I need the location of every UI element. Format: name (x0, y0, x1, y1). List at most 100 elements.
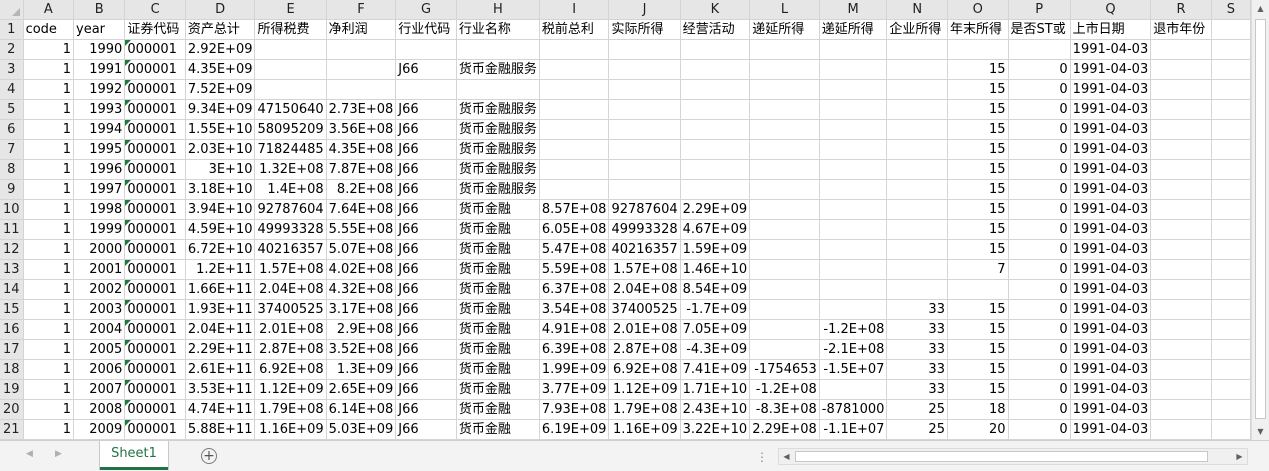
cell-s15[interactable] (1211, 299, 1251, 320)
cell-r21[interactable] (1150, 419, 1212, 440)
cell-l16[interactable] (749, 319, 820, 340)
cell-l2[interactable] (749, 39, 820, 60)
cell-f8[interactable]: 7.87E+08 (326, 159, 397, 180)
cell-f13[interactable]: 4.02E+08 (326, 259, 397, 280)
column-header-l[interactable]: L (749, 0, 820, 20)
cell-k2[interactable] (680, 39, 751, 60)
next-sheet-icon[interactable]: ▶ (55, 449, 62, 459)
cell-h6[interactable]: 货币金融服务 (456, 119, 540, 140)
row-header-18[interactable]: 18 (0, 359, 24, 380)
cell-c12[interactable]: 000001 (124, 239, 186, 260)
cell-l19[interactable]: -1.2E+08 (749, 379, 820, 400)
cell-q18[interactable]: 1991-04-03 (1070, 359, 1152, 380)
cell-a7[interactable]: 1 (23, 139, 75, 160)
cell-k1[interactable]: 经营活动 (680, 19, 751, 40)
cell-b12[interactable]: 2000 (73, 239, 126, 260)
cell-a14[interactable]: 1 (23, 279, 75, 300)
cell-d8[interactable]: 3E+10 (185, 159, 256, 180)
cell-i11[interactable]: 6.05E+08 (539, 219, 610, 240)
cell-b5[interactable]: 1993 (73, 99, 126, 120)
cell-d17[interactable]: 2.29E+11 (185, 339, 256, 360)
cell-s6[interactable] (1211, 119, 1251, 140)
column-header-h[interactable]: H (456, 0, 540, 20)
cell-g4[interactable] (395, 79, 457, 100)
cell-p19[interactable]: 0 (1008, 379, 1071, 400)
cell-b17[interactable]: 2005 (73, 339, 126, 360)
cell-q15[interactable]: 1991-04-03 (1070, 299, 1152, 320)
cell-f16[interactable]: 2.9E+08 (326, 319, 397, 340)
cell-j4[interactable] (608, 79, 681, 100)
cell-m12[interactable] (819, 239, 888, 260)
cell-m20[interactable]: -8781000 (819, 399, 888, 420)
cell-j15[interactable]: 37400525 (608, 299, 681, 320)
scroll-left-icon[interactable]: ◀ (779, 449, 794, 464)
row-header-8[interactable]: 8 (0, 159, 24, 180)
cell-s14[interactable] (1211, 279, 1251, 300)
cell-k3[interactable] (680, 59, 751, 80)
cell-g12[interactable]: J66 (395, 239, 457, 260)
cell-q11[interactable]: 1991-04-03 (1070, 219, 1152, 240)
cell-c14[interactable]: 000001 (124, 279, 186, 300)
cell-q20[interactable]: 1991-04-03 (1070, 399, 1152, 420)
cell-f9[interactable]: 8.2E+08 (326, 179, 397, 200)
cell-r15[interactable] (1150, 299, 1212, 320)
cell-c21[interactable]: 000001 (124, 419, 186, 440)
cell-k15[interactable]: -1.7E+09 (680, 299, 751, 320)
cell-b18[interactable]: 2006 (73, 359, 126, 380)
row-header-9[interactable]: 9 (0, 179, 24, 200)
cell-g15[interactable]: J66 (395, 299, 457, 320)
column-header-e[interactable]: E (254, 0, 327, 20)
cell-i13[interactable]: 5.59E+08 (539, 259, 610, 280)
cell-o15[interactable]: 15 (947, 299, 1009, 320)
cell-c20[interactable]: 000001 (124, 399, 186, 420)
cell-m21[interactable]: -1.1E+07 (819, 419, 888, 440)
row-header-16[interactable]: 16 (0, 319, 24, 340)
cell-n9[interactable] (886, 179, 948, 200)
cell-e8[interactable]: 1.32E+08 (254, 159, 327, 180)
cell-f1[interactable]: 净利润 (326, 19, 397, 40)
cell-l12[interactable] (749, 239, 820, 260)
cell-l5[interactable] (749, 99, 820, 120)
cell-b20[interactable]: 2008 (73, 399, 126, 420)
cell-b14[interactable]: 2002 (73, 279, 126, 300)
cell-g6[interactable]: J66 (395, 119, 457, 140)
row-header-17[interactable]: 17 (0, 339, 24, 360)
cell-r17[interactable] (1150, 339, 1212, 360)
cell-c13[interactable]: 000001 (124, 259, 186, 280)
cell-f14[interactable]: 4.32E+08 (326, 279, 397, 300)
cell-e3[interactable] (254, 59, 327, 80)
cell-a18[interactable]: 1 (23, 359, 75, 380)
cell-n11[interactable] (886, 219, 948, 240)
cell-a5[interactable]: 1 (23, 99, 75, 120)
cell-l10[interactable] (749, 199, 820, 220)
cell-q7[interactable]: 1991-04-03 (1070, 139, 1152, 160)
cell-p2[interactable] (1008, 39, 1071, 60)
cell-l11[interactable] (749, 219, 820, 240)
cell-j6[interactable] (608, 119, 681, 140)
cell-o6[interactable]: 15 (947, 119, 1009, 140)
cell-f2[interactable] (326, 39, 397, 60)
cell-p20[interactable]: 0 (1008, 399, 1071, 420)
cell-m1[interactable]: 递延所得 (819, 19, 888, 40)
cell-j14[interactable]: 2.04E+08 (608, 279, 681, 300)
cell-q4[interactable]: 1991-04-03 (1070, 79, 1152, 100)
cell-i8[interactable] (539, 159, 610, 180)
cell-b4[interactable]: 1992 (73, 79, 126, 100)
cell-d13[interactable]: 1.2E+11 (185, 259, 256, 280)
cell-g21[interactable]: J66 (395, 419, 457, 440)
column-header-q[interactable]: Q (1070, 0, 1152, 20)
cell-c9[interactable]: 000001 (124, 179, 186, 200)
cell-o2[interactable] (947, 39, 1009, 60)
cell-h2[interactable] (456, 39, 540, 60)
cell-o11[interactable]: 15 (947, 219, 1009, 240)
cell-g19[interactable]: J66 (395, 379, 457, 400)
cell-e5[interactable]: 47150640 (254, 99, 327, 120)
cell-a2[interactable]: 1 (23, 39, 75, 60)
cell-i17[interactable]: 6.39E+08 (539, 339, 610, 360)
cell-f18[interactable]: 1.3E+09 (326, 359, 397, 380)
cell-s4[interactable] (1211, 79, 1251, 100)
cell-p13[interactable]: 0 (1008, 259, 1071, 280)
cell-a8[interactable]: 1 (23, 159, 75, 180)
cell-g16[interactable]: J66 (395, 319, 457, 340)
cell-r16[interactable] (1150, 319, 1212, 340)
